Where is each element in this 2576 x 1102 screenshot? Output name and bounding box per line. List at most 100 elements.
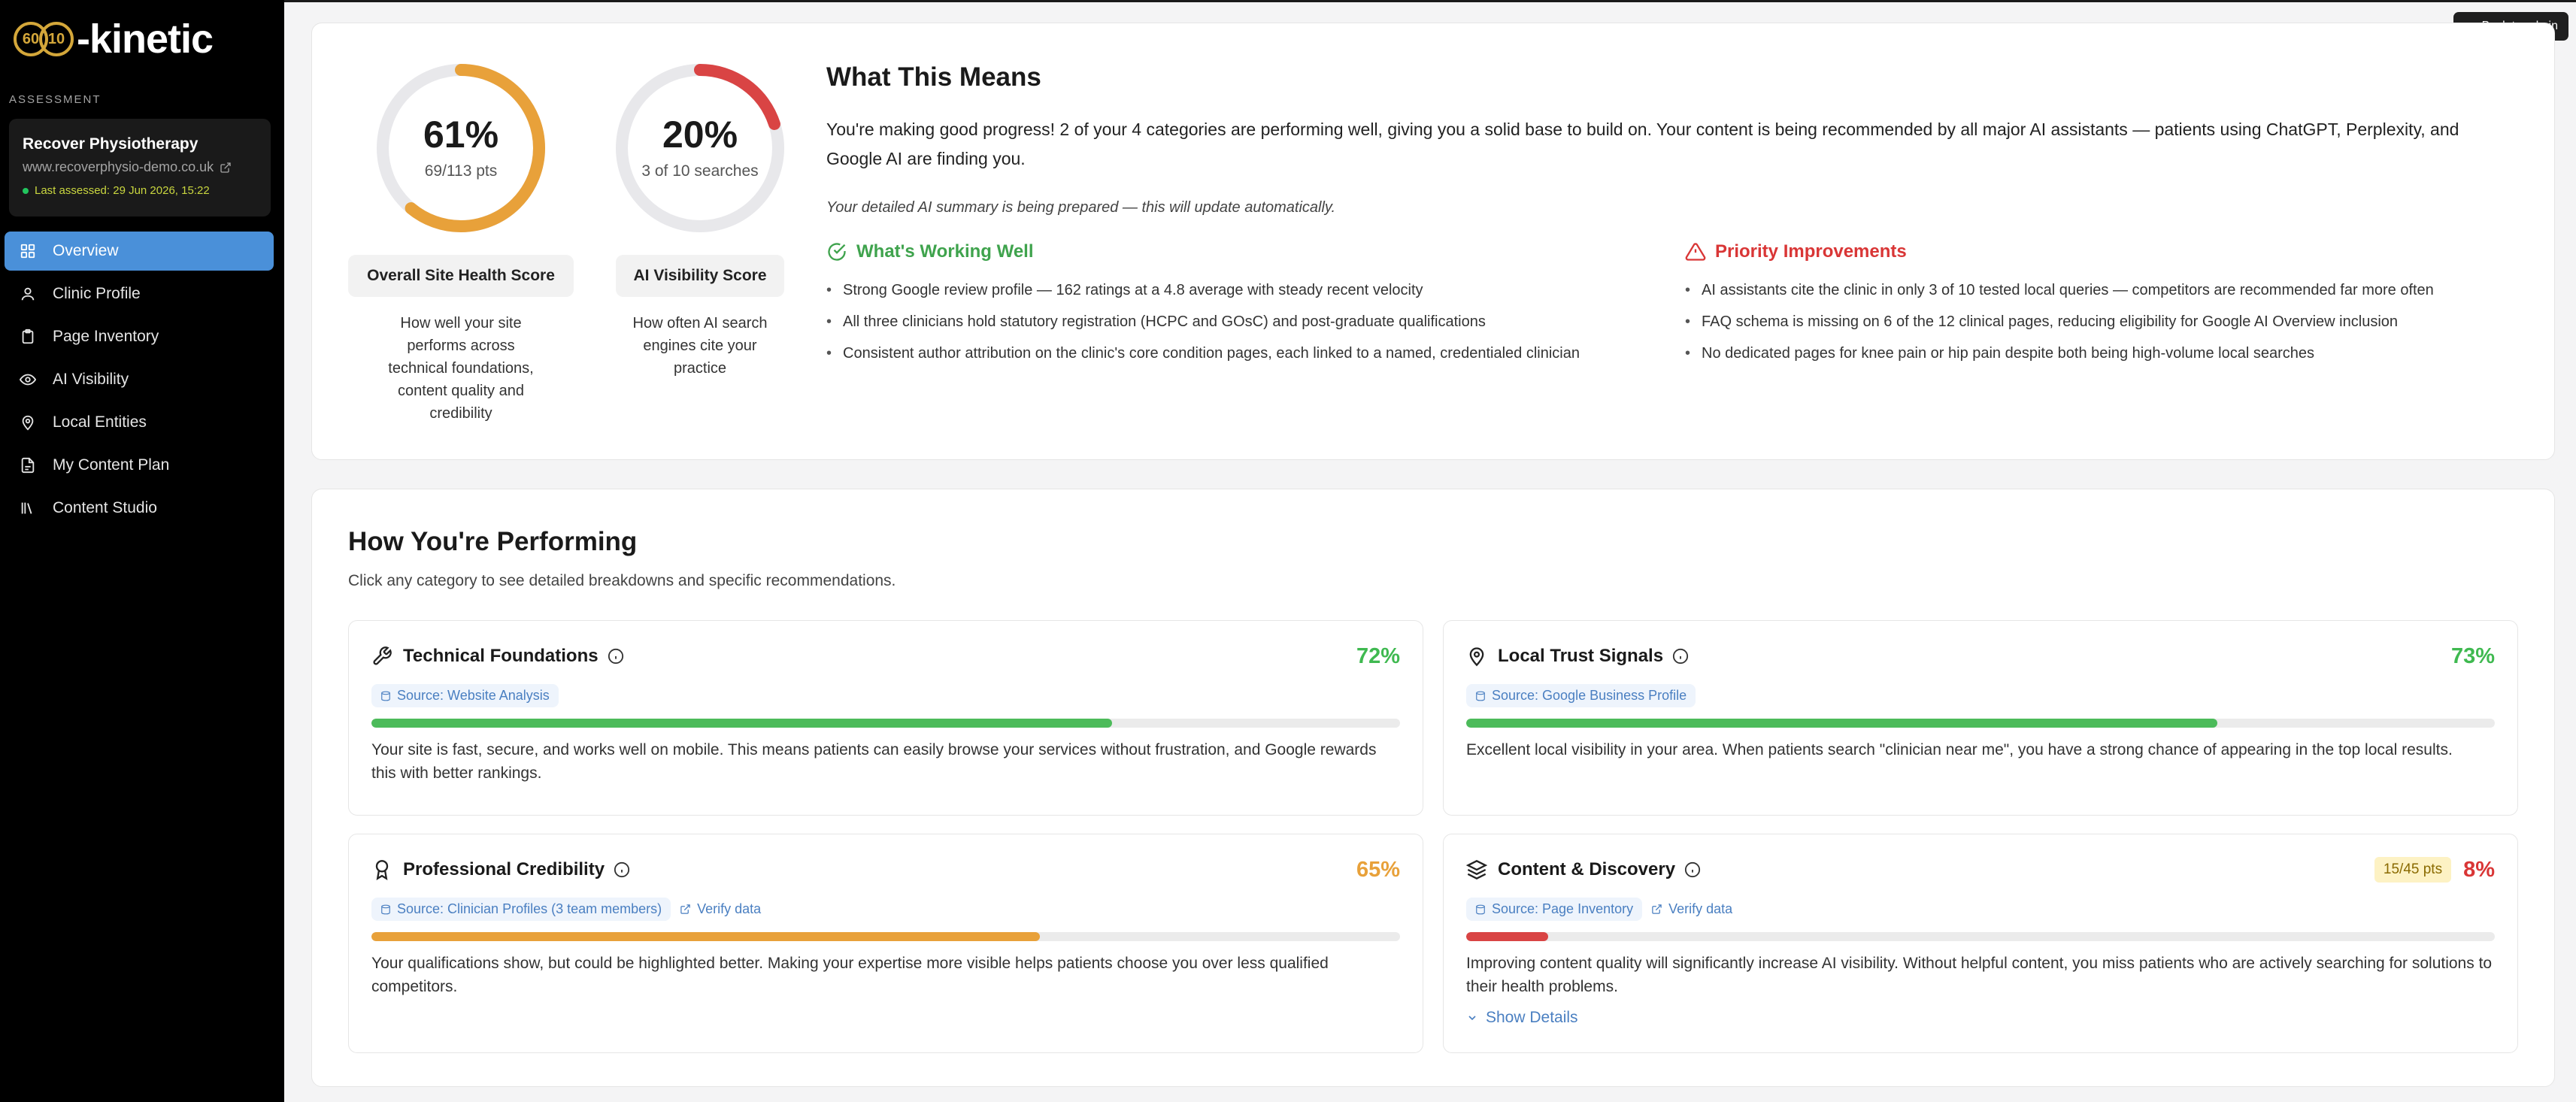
section-label: ASSESSMENT — [9, 93, 102, 106]
site-health-percent: 61% — [423, 114, 499, 156]
sidebar-item-page-inventory[interactable]: Page Inventory — [5, 317, 274, 356]
verify-data-label: Verify data — [1668, 901, 1733, 916]
progress-bar — [1466, 932, 2495, 941]
sidebar-item-clinic-profile[interactable]: Clinic Profile — [5, 274, 274, 313]
category-description: Excellent local visibility in your area.… — [1466, 741, 2453, 758]
sidebar-item-ai-visibility[interactable]: AI Visibility — [5, 360, 274, 399]
source-badge: Source: Google Business Profile — [1466, 684, 1696, 707]
status-dot-icon — [23, 187, 29, 194]
category-name: Technical Foundations — [403, 646, 599, 666]
category-percent: 65% — [1356, 857, 1400, 882]
site-health-gauge: 61% 69/113 pts — [374, 61, 548, 235]
grid-icon — [20, 244, 35, 259]
category-name: Professional Credibility — [403, 859, 605, 879]
sidebar-nav: Overview Clinic Profile Page Inventory A… — [5, 232, 274, 531]
info-icon[interactable] — [608, 648, 624, 665]
wrench-icon — [373, 646, 392, 665]
category-name: Local Trust Signals — [1498, 646, 1664, 666]
progress-fill — [371, 932, 1041, 941]
database-icon — [1476, 691, 1485, 701]
category-professional-credibility[interactable]: Professional Credibility 65% Source: Cli… — [348, 834, 1423, 1053]
clinic-url-link[interactable]: www.recoverphysio-demo.co.uk — [23, 159, 257, 175]
ai-visibility-percent: 20% — [662, 114, 738, 156]
clipboard-icon — [22, 328, 34, 344]
progress-fill — [371, 719, 1112, 728]
category-description: Your qualifications show, but could be h… — [371, 955, 1329, 995]
sidebar-item-overview[interactable]: Overview — [5, 232, 274, 271]
info-icon[interactable] — [1684, 861, 1701, 878]
list-item: Consistent author attribution on the cli… — [826, 338, 1580, 369]
external-link-icon — [220, 162, 231, 173]
meaning-text: You're making good progress! 2 of your 4… — [826, 120, 2459, 168]
category-local-trust-signals[interactable]: Local Trust Signals 73% Source: Google B… — [1443, 620, 2518, 816]
working-well-list: Strong Google review profile — 162 ratin… — [826, 274, 1580, 369]
progress-bar — [371, 932, 1400, 941]
priority-title: Priority Improvements — [1715, 241, 1907, 262]
sidebar-item-content-studio[interactable]: Content Studio — [5, 489, 274, 528]
layers-icon — [1466, 860, 1487, 879]
sidebar-item-local-entities[interactable]: Local Entities — [5, 403, 274, 442]
sidebar: 60 10 -kinetic ASSESSMENT Recover Physio… — [0, 0, 284, 1102]
logo[interactable]: 60 10 -kinetic — [14, 17, 214, 62]
summary-card: 61% 69/113 pts Overall Site Health Score… — [311, 23, 2555, 460]
ai-visibility-gauge: 20% 3 of 10 searches — [613, 61, 787, 235]
warning-icon — [1685, 243, 1706, 261]
info-icon[interactable] — [1672, 648, 1689, 665]
sidebar-item-label: Clinic Profile — [53, 285, 141, 302]
source-badge: Source: Page Inventory — [1466, 898, 1643, 921]
clinic-url: www.recoverphysio-demo.co.uk — [23, 159, 214, 174]
priority-list: AI assistants cite the clinic in only 3 … — [1685, 274, 2434, 369]
category-percent: 8% — [2463, 857, 2495, 882]
priority-heading: Priority Improvements — [1685, 241, 1907, 262]
top-border — [284, 0, 2576, 2]
category-percent: 72% — [1356, 643, 1400, 668]
award-icon — [375, 860, 389, 880]
document-icon — [21, 457, 35, 474]
category-content-discovery[interactable]: Content & Discovery 15/45 pts 8% Source:… — [1443, 834, 2518, 1053]
database-icon — [1476, 904, 1485, 914]
source-label: Source: Website Analysis — [397, 688, 550, 703]
points-badge: 15/45 pts — [2374, 857, 2452, 883]
clinic-name: Recover Physiotherapy — [23, 135, 199, 153]
ai-visibility-description: How often AI search engines cite your pr… — [632, 315, 768, 377]
sidebar-item-label: Local Entities — [53, 413, 147, 431]
category-technical-foundations[interactable]: Technical Foundations 72% Source: Websit… — [348, 620, 1423, 816]
sidebar-item-content-plan[interactable]: My Content Plan — [5, 446, 274, 485]
performance-subtitle: Click any category to see detailed break… — [348, 572, 896, 589]
database-icon — [381, 691, 390, 701]
eye-icon — [20, 374, 36, 386]
clinic-card: Recover Physiotherapy www.recoverphysio-… — [9, 119, 271, 216]
sidebar-item-label: Overview — [53, 242, 119, 259]
external-link-icon — [680, 904, 690, 914]
ai-visibility-title: AI Visibility Score — [616, 255, 784, 297]
working-well-title: What's Working Well — [856, 241, 1034, 262]
check-circle-icon — [828, 243, 846, 261]
source-label: Source: Clinician Profiles (3 team membe… — [397, 901, 662, 916]
list-item: All three clinicians hold statutory regi… — [826, 306, 1580, 338]
verify-data-link[interactable]: Verify data — [1651, 901, 1732, 917]
list-item: Strong Google review profile — 162 ratin… — [826, 274, 1580, 306]
list-item: FAQ schema is missing on 6 of the 12 cli… — [1685, 306, 2434, 338]
progress-fill — [1466, 719, 2217, 728]
map-pin-icon — [22, 415, 34, 431]
working-well-heading: What's Working Well — [826, 241, 1034, 262]
category-percent: 73% — [2450, 643, 2495, 668]
verify-data-label: Verify data — [697, 901, 762, 916]
progress-fill — [1466, 932, 1549, 941]
user-icon — [21, 287, 35, 301]
site-health-description: How well your site performs across techn… — [388, 315, 534, 422]
info-icon[interactable] — [614, 861, 630, 878]
show-details-button[interactable]: Show Details — [1466, 1009, 1578, 1027]
sidebar-item-label: Content Studio — [53, 499, 157, 516]
performance-title: How You're Performing — [348, 527, 638, 556]
last-assessed: Last assessed: 29 Jun 2026, 15:22 — [23, 184, 257, 197]
site-health-points: 69/113 pts — [424, 162, 498, 180]
list-item: AI assistants cite the clinic in only 3 … — [1685, 274, 2434, 306]
progress-bar — [371, 719, 1400, 728]
category-description: Your site is fast, secure, and works wel… — [371, 741, 1377, 782]
verify-data-link[interactable]: Verify data — [680, 901, 761, 917]
category-description: Improving content quality will significa… — [1466, 955, 2493, 995]
source-label: Source: Google Business Profile — [1492, 688, 1687, 703]
list-item: No dedicated pages for knee pain or hip … — [1685, 338, 2434, 369]
progress-bar — [1466, 719, 2495, 728]
